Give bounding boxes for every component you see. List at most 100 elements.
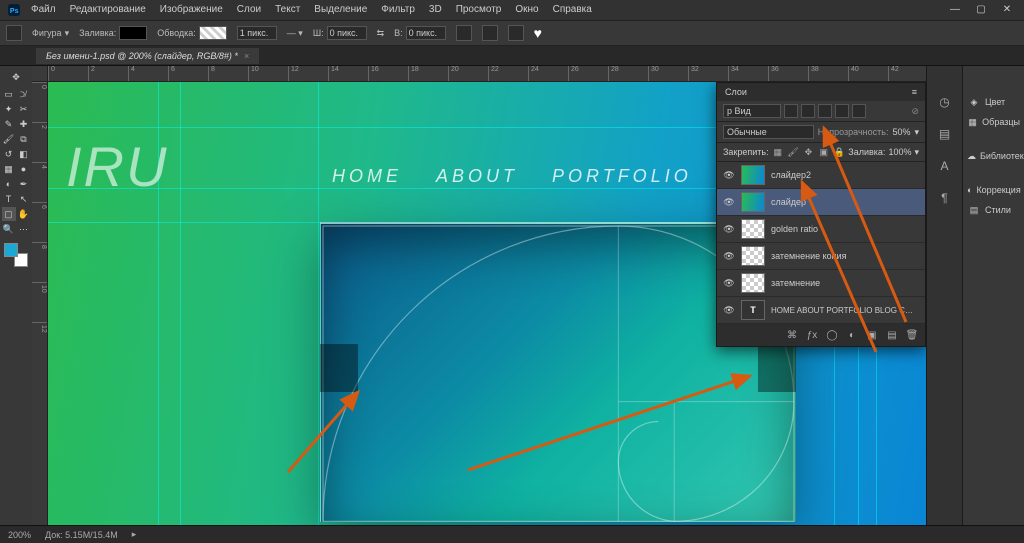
filter-type-icon[interactable] xyxy=(818,104,832,118)
lock-artboard-icon[interactable]: ▣ xyxy=(818,146,830,158)
layer-row[interactable]: 👁слайдер xyxy=(717,189,925,216)
mask-icon[interactable]: ◯ xyxy=(825,328,839,342)
color-swatches[interactable] xyxy=(4,243,28,267)
layer-row[interactable]: 👁затемнение xyxy=(717,270,925,297)
visibility-icon[interactable]: 👁 xyxy=(723,170,735,181)
history-brush-tool[interactable]: ↺ xyxy=(2,147,16,161)
path-ops-icon[interactable] xyxy=(456,25,472,41)
stamp-tool[interactable]: ⧉ xyxy=(17,132,31,146)
menu-изображение[interactable]: Изображение xyxy=(153,4,230,15)
adjust-icon[interactable]: ◐ xyxy=(845,328,859,342)
menu-текст[interactable]: Текст xyxy=(268,4,307,15)
filter-kind-select[interactable]: р Вид xyxy=(723,104,781,118)
layers-panel[interactable]: Слои≡ р Вид ⊘ Обычные Непрозрачность: 50… xyxy=(716,82,926,347)
opacity-value[interactable]: 50% xyxy=(892,127,910,137)
filter-adjust-icon[interactable] xyxy=(801,104,815,118)
ruler-vertical[interactable]: 024681012 xyxy=(32,82,48,525)
stroke-swatch[interactable] xyxy=(199,26,227,40)
visibility-icon[interactable]: 👁 xyxy=(723,305,735,316)
group-icon[interactable]: ▣ xyxy=(865,328,879,342)
layer-row[interactable]: 👁golden ratio xyxy=(717,216,925,243)
eraser-tool[interactable]: ◧ xyxy=(17,147,31,161)
menu-bar: Ps ФайлРедактированиеИзображениеСлоиТекс… xyxy=(0,0,1024,20)
panel-tab-Библиотеки[interactable]: ☁Библиотеки xyxy=(963,146,1024,166)
menu-просмотр[interactable]: Просмотр xyxy=(449,4,509,15)
dodge-tool[interactable]: ◐ xyxy=(2,177,16,191)
document-tab[interactable]: Без имени-1.psd @ 200% (слайдер, RGB/8#)… xyxy=(36,48,259,64)
zoom-tool[interactable]: 🔍 xyxy=(2,222,16,236)
filter-smart-icon[interactable] xyxy=(852,104,866,118)
fill-label: Заливка: xyxy=(79,28,116,38)
minimize-button[interactable]: — xyxy=(942,0,968,20)
width-input[interactable] xyxy=(327,26,367,40)
align-icon[interactable] xyxy=(482,25,498,41)
layer-row[interactable]: 👁затемнение копия xyxy=(717,243,925,270)
panel-tab-Стили[interactable]: ▤Стили xyxy=(963,200,1024,220)
pen-tool[interactable]: ✒ xyxy=(17,177,31,191)
visibility-icon[interactable]: 👁 xyxy=(723,278,735,289)
height-input[interactable] xyxy=(406,26,446,40)
eyedrop-tool[interactable]: ✎ xyxy=(2,117,16,131)
lasso-tool[interactable]: ⟉ xyxy=(17,87,31,101)
panel-menu-icon[interactable]: ≡ xyxy=(912,87,917,97)
crop-tool[interactable]: ✂ xyxy=(17,102,31,116)
link-layers-icon[interactable]: ⌘ xyxy=(785,328,799,342)
blur-tool[interactable]: ● xyxy=(17,162,31,176)
filter-shape-icon[interactable] xyxy=(835,104,849,118)
slider-next-handle[interactable] xyxy=(758,344,796,392)
shape-heart-icon[interactable]: ♥ xyxy=(534,25,542,41)
document-canvas[interactable]: IRU HOMEABOUTPORTFOLIOBLOGCON xyxy=(48,82,926,525)
layer-row[interactable]: 👁слайдер2 xyxy=(717,162,925,189)
menu-файл[interactable]: Файл xyxy=(24,4,63,15)
menu-3d[interactable]: 3D xyxy=(422,4,449,15)
menu-справка[interactable]: Справка xyxy=(546,4,599,15)
close-button[interactable]: ✕ xyxy=(994,0,1020,20)
panel-tab-Цвет[interactable]: ◈Цвет xyxy=(963,92,1024,112)
delete-layer-icon[interactable]: 🗑 xyxy=(905,328,919,342)
character-panel-icon[interactable]: A xyxy=(935,156,955,176)
lock-paint-icon[interactable]: 🖌 xyxy=(787,146,799,158)
layer-row[interactable]: 👁THOME ABOUT PORTFOLIO BLOG CONTACT xyxy=(717,297,925,324)
gradient-tool[interactable]: ▦ xyxy=(2,162,16,176)
panel-tab-Коррекция[interactable]: ◐Коррекция xyxy=(963,180,1024,200)
fill-swatch[interactable] xyxy=(119,26,147,40)
menu-слои[interactable]: Слои xyxy=(230,4,268,15)
type-tool[interactable]: T xyxy=(2,192,16,206)
menu-редактирование[interactable]: Редактирование xyxy=(63,4,153,15)
history-panel-icon[interactable]: ◷ xyxy=(935,92,955,112)
marquee-tool[interactable]: ▭ xyxy=(2,87,16,101)
move-tool[interactable]: ✥ xyxy=(2,68,30,86)
panel-tab-Образцы[interactable]: ▦Образцы xyxy=(963,112,1024,132)
blend-mode-select[interactable]: Обычные xyxy=(723,125,814,139)
fx-icon[interactable]: ƒx xyxy=(805,328,819,342)
visibility-icon[interactable]: 👁 xyxy=(723,197,735,208)
hand-tool[interactable]: ✋ xyxy=(17,207,31,221)
stroke-width-input[interactable] xyxy=(237,26,277,40)
brush-tool[interactable]: 🖌 xyxy=(2,132,16,146)
paragraph-panel-icon[interactable]: ¶ xyxy=(935,188,955,208)
ruler-horizontal[interactable]: 0246810121416182022242628303234363840424… xyxy=(48,66,926,82)
new-layer-icon[interactable]: ▤ xyxy=(885,328,899,342)
maximize-button[interactable]: ▢ xyxy=(968,0,994,20)
right-icon-dock: ◷ ▤ A ¶ xyxy=(926,66,962,525)
properties-panel-icon[interactable]: ▤ xyxy=(935,124,955,144)
menu-окно[interactable]: Окно xyxy=(508,4,545,15)
menu-выделение[interactable]: Выделение xyxy=(307,4,374,15)
edit-toolbar[interactable]: ⋯ xyxy=(17,222,31,236)
path-tool[interactable]: ↖ xyxy=(17,192,31,206)
heal-tool[interactable]: ✚ xyxy=(17,117,31,131)
arrange-icon[interactable] xyxy=(508,25,524,41)
lock-all-icon[interactable]: 🔒 xyxy=(833,146,845,158)
filter-pixel-icon[interactable] xyxy=(784,104,798,118)
zoom-value[interactable]: 200% xyxy=(8,530,31,540)
wand-tool[interactable]: ✦ xyxy=(2,102,16,116)
tool-preset-icon[interactable] xyxy=(6,25,22,41)
fill-value[interactable]: 100% xyxy=(888,147,911,157)
lock-pos-icon[interactable]: ✥ xyxy=(802,146,814,158)
shape-tool[interactable]: ▢ xyxy=(2,207,16,221)
menu-фильтр[interactable]: Фильтр xyxy=(374,4,422,15)
slider-prev-handle[interactable] xyxy=(320,344,358,392)
visibility-icon[interactable]: 👁 xyxy=(723,224,735,235)
lock-trans-icon[interactable]: ▦ xyxy=(772,146,784,158)
visibility-icon[interactable]: 👁 xyxy=(723,251,735,262)
